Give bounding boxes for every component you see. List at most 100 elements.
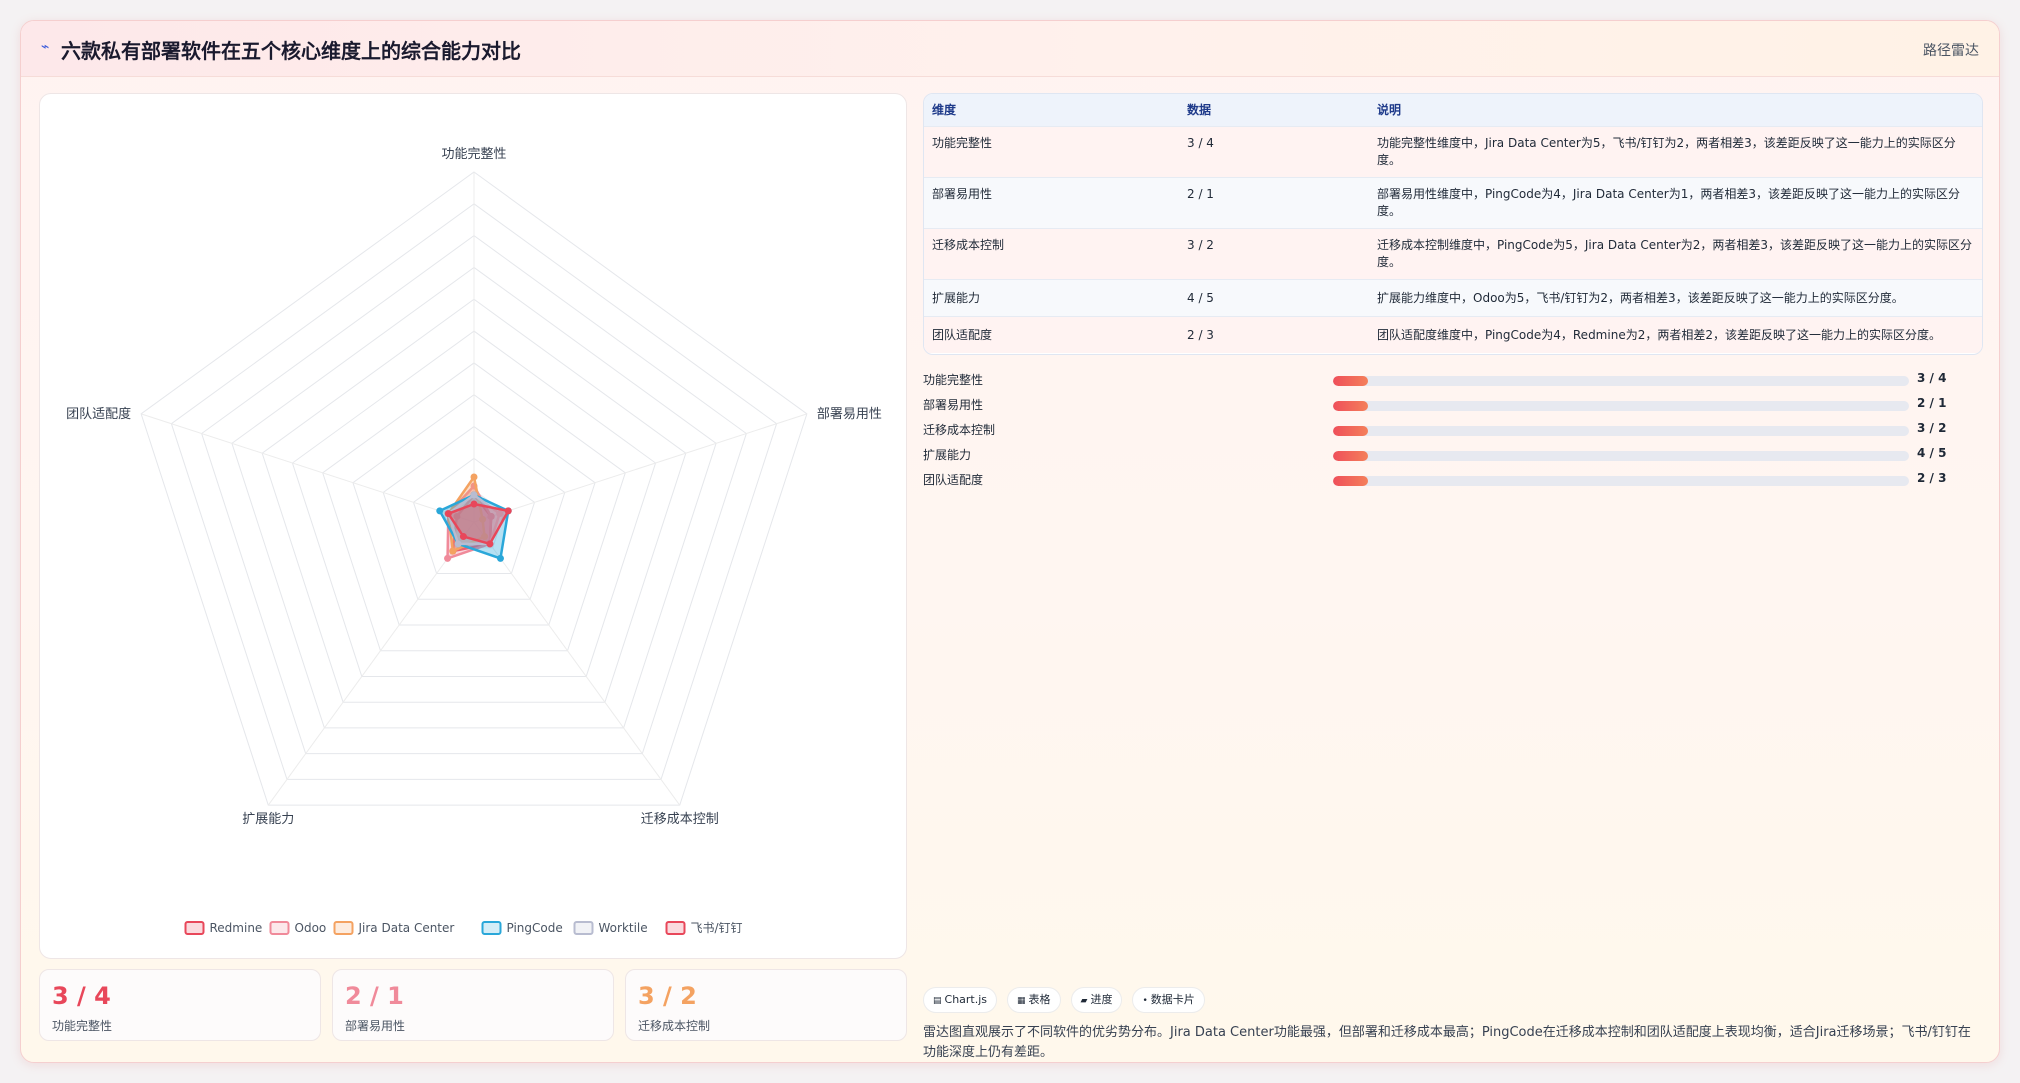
progress-fill xyxy=(1333,376,1368,386)
chip-label: 数据卡片 xyxy=(1150,993,1195,1006)
legend-label: Worktile xyxy=(599,921,648,935)
cell-data: 3 / 2 xyxy=(1187,237,1214,252)
legend-item[interactable]: 飞书/钉钉 xyxy=(665,921,743,935)
legend-item[interactable]: Redmine xyxy=(184,921,263,935)
legend-swatch xyxy=(184,921,205,935)
radar-point xyxy=(504,507,512,515)
radar-spoke xyxy=(473,413,808,523)
chip-进度: ▰ 进度 xyxy=(1070,987,1123,1013)
card-icon: • xyxy=(1142,996,1148,1006)
progress-fill xyxy=(1333,426,1368,436)
cell-dimension: 功能完整性 xyxy=(932,135,993,150)
table-icon: ▦ xyxy=(1017,996,1026,1006)
table-row: 扩展能力 4 / 5 扩展能力维度中，Odoo为5，飞书/钉钉为2，两者相差3，… xyxy=(924,279,1982,316)
progress-label: 迁移成本控制 xyxy=(923,423,996,437)
radar-point xyxy=(486,540,494,548)
table-row: 团队适配度 2 / 3 团队适配度维度中，PingCode为4，Redmine为… xyxy=(924,316,1982,353)
progress-fill xyxy=(1333,401,1368,411)
radar-point xyxy=(470,500,478,508)
col-header: 数据 xyxy=(1187,103,1212,118)
progress-value: 3 / 4 xyxy=(1917,371,1947,385)
legend-item[interactable]: Worktile xyxy=(573,921,648,935)
legend-item[interactable]: Jira Data Center xyxy=(333,921,455,935)
legend-item[interactable]: PingCode xyxy=(481,921,563,935)
cell-data: 2 / 3 xyxy=(1187,327,1214,342)
progress-value: 2 / 3 xyxy=(1917,471,1947,485)
progress-fill xyxy=(1333,451,1368,461)
cell-description: 扩展能力维度中，Odoo为5，飞书/钉钉为2，两者相差3，该差距反映了这一能力上… xyxy=(1377,290,1904,305)
table-row: 功能完整性 3 / 4 功能完整性维度中，Jira Data Center为5，… xyxy=(924,126,1982,177)
progress-label: 团队适配度 xyxy=(923,473,984,487)
stat-label: 部署易用性 xyxy=(345,1019,406,1033)
summary-text: 雷达图直观展示了不同软件的优劣势分布。Jira Data Center功能最强，… xyxy=(923,1025,1971,1060)
progress-track xyxy=(1333,476,1909,486)
stat-value: 2 / 1 xyxy=(345,982,404,1010)
legend-swatch xyxy=(269,921,290,935)
col-header: 说明 xyxy=(1377,103,1402,118)
path-icon: ⌁ xyxy=(41,39,50,55)
progress-icon: ▰ xyxy=(1080,996,1088,1006)
cell-data: 4 / 5 xyxy=(1187,290,1214,305)
chip-Chart.js: ▤ Chart.js xyxy=(923,987,998,1013)
tech-chips: ▤ Chart.js ▦ 表格 ▰ 进度 • 数据卡片 xyxy=(923,987,1215,1013)
legend-label: Jira Data Center xyxy=(358,921,455,935)
radar-spoke xyxy=(267,521,475,806)
legend-label: Redmine xyxy=(210,921,263,935)
progress-track xyxy=(1333,401,1909,411)
radar-axis-label: 功能完整性 xyxy=(441,147,506,162)
legend-swatch xyxy=(665,921,686,935)
progress-list: 功能完整性 3 / 4 部署易用性 2 / 1 迁移成本控制 3 / 2 扩展能力 4 / 5… xyxy=(923,368,1983,498)
panel-header: ⌁ 六款私有部署软件在五个核心维度上的综合能力对比 路径雷达 xyxy=(21,21,1999,77)
cell-dimension: 部署易用性 xyxy=(932,186,993,201)
radar-point xyxy=(436,507,444,515)
chart-type-tag: 路径雷达 xyxy=(1923,43,1979,59)
progress-row: 部署易用性 2 / 1 xyxy=(923,393,1983,418)
progress-row: 团队适配度 2 / 3 xyxy=(923,468,1983,493)
chip-表格: ▦ 表格 xyxy=(1007,987,1061,1013)
radar-point xyxy=(444,554,452,562)
stat-value: 3 / 4 xyxy=(52,982,111,1010)
progress-value: 3 / 2 xyxy=(1917,421,1947,435)
radar-chart-card: 功能完整性 部署易用性 迁移成本控制 扩展能力 团队适配度 Redmine Odoo Jira… xyxy=(39,93,907,959)
progress-value: 4 / 5 xyxy=(1917,446,1947,460)
radar-point xyxy=(459,533,467,541)
stat-label: 迁移成本控制 xyxy=(638,1019,711,1033)
legend-swatch xyxy=(333,921,354,935)
table-row: 部署易用性 2 / 1 部署易用性维度中，PingCode为4，Jira Dat… xyxy=(924,177,1982,228)
cell-dimension: 迁移成本控制 xyxy=(932,237,1005,252)
col-header: 维度 xyxy=(932,103,957,118)
radar-spoke xyxy=(473,521,681,806)
legend-label: Odoo xyxy=(295,921,327,935)
cell-data: 3 / 4 xyxy=(1187,135,1214,150)
cell-dimension: 团队适配度 xyxy=(932,327,993,342)
progress-row: 功能完整性 3 / 4 xyxy=(923,368,1983,393)
radar-axis-label: 迁移成本控制 xyxy=(641,812,719,827)
radar-axis-label: 扩展能力 xyxy=(242,812,294,827)
legend-item[interactable]: Odoo xyxy=(269,921,327,935)
cell-dimension: 扩展能力 xyxy=(932,290,981,305)
stat-card: 2 / 1 部署易用性 xyxy=(332,969,614,1041)
cell-description: 迁移成本控制维度中，PingCode为5，Jira Data Center为2，… xyxy=(1377,237,1972,269)
progress-row: 扩展能力 4 / 5 xyxy=(923,443,1983,468)
legend-swatch xyxy=(573,921,594,935)
chip-label: Chart.js xyxy=(944,993,988,1006)
progress-value: 2 / 1 xyxy=(1917,396,1947,410)
progress-label: 功能完整性 xyxy=(923,373,984,387)
legend-label: PingCode xyxy=(507,921,563,935)
chip-label: 进度 xyxy=(1090,993,1113,1006)
dimension-table: 维度 数据 说明 功能完整性 3 / 4 功能完整性维度中，Jira Data … xyxy=(923,93,1983,355)
stat-card: 3 / 2 迁移成本控制 xyxy=(625,969,907,1041)
radar-axis-label: 团队适配度 xyxy=(66,406,131,422)
progress-track xyxy=(1333,451,1909,461)
radar-chart: 功能完整性部署易用性迁移成本控制 扩展能力 团队适配度 Redmine Odoo Jira… xyxy=(66,147,882,935)
progress-track xyxy=(1333,376,1909,386)
legend-swatch xyxy=(481,921,502,935)
radar-point xyxy=(496,554,504,562)
table-header-row: 维度 数据 说明 xyxy=(924,94,1982,126)
radar-point xyxy=(454,540,462,548)
progress-label: 扩展能力 xyxy=(923,448,972,462)
cell-description: 部署易用性维度中，PingCode为4，Jira Data Center为1，两… xyxy=(1377,186,1960,218)
chip-数据卡片: • 数据卡片 xyxy=(1132,987,1205,1013)
dashboard-panel: ⌁ 六款私有部署软件在五个核心维度上的综合能力对比 路径雷达 功能完整性部署易用… xyxy=(20,20,2000,1063)
stat-label: 功能完整性 xyxy=(52,1019,113,1033)
